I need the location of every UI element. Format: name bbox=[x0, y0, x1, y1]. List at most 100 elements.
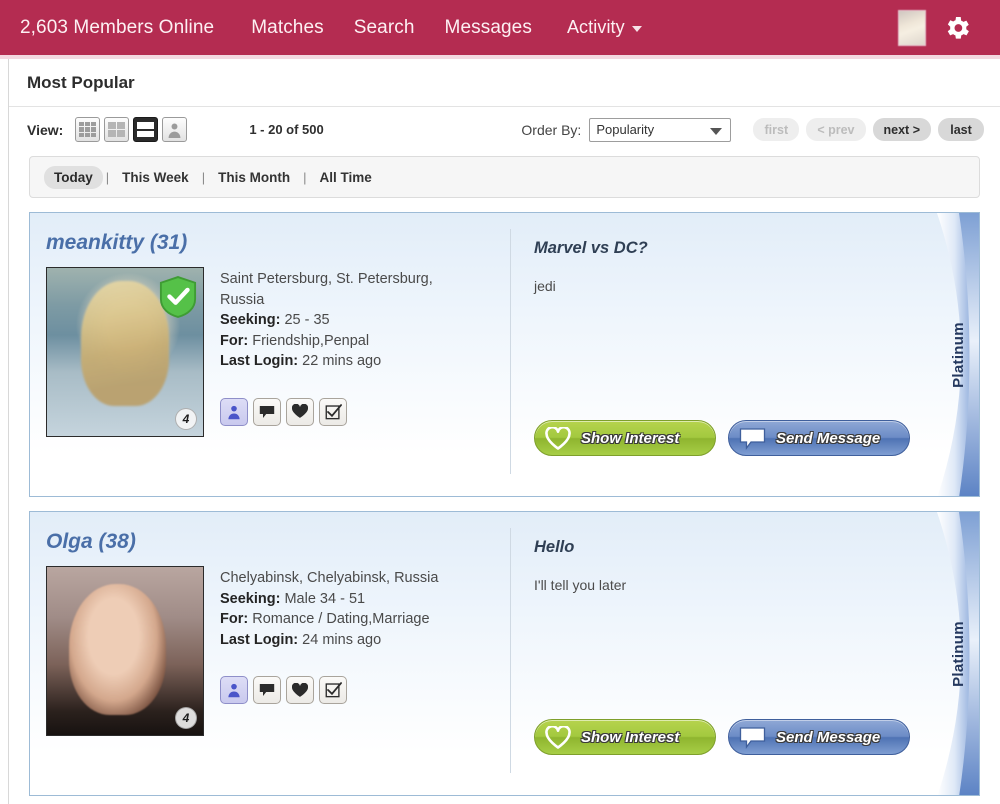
nav-item-activity[interactable]: Activity bbox=[547, 13, 657, 42]
grid-large-icon bbox=[79, 122, 97, 137]
profile-body: 4 Saint Petersburg, St. Petersburg, Russ… bbox=[46, 267, 510, 437]
view-profile-button[interactable] bbox=[220, 676, 248, 704]
show-interest-button[interactable]: Show Interest bbox=[534, 719, 716, 755]
pagination-next[interactable]: next > bbox=[872, 118, 931, 141]
for-label: For: bbox=[220, 332, 249, 349]
top-navigation-bar: 2,603 Members Online Matches Search Mess… bbox=[0, 0, 1000, 55]
filter-tab-all-time[interactable]: All Time bbox=[309, 166, 381, 189]
show-interest-button[interactable]: Show Interest bbox=[534, 420, 716, 456]
profile-action-buttons bbox=[220, 676, 438, 704]
favorite-heart-icon bbox=[292, 404, 308, 418]
grid-small-icon bbox=[108, 122, 126, 137]
last-login-value: 24 mins ago bbox=[302, 631, 382, 648]
checklist-icon bbox=[325, 682, 342, 698]
profile-details: Chelyabinsk, Chelyabinsk, Russia Seeking… bbox=[220, 566, 438, 736]
profile-card[interactable]: meankitty (31) 4 Saint Petersburg, St. P… bbox=[29, 212, 980, 497]
avatar[interactable] bbox=[898, 9, 926, 46]
view-profile-icon bbox=[228, 405, 240, 419]
profile-photo[interactable]: 4 bbox=[46, 267, 204, 437]
profile-username[interactable]: meankitty (31) bbox=[46, 231, 510, 255]
membership-level-label: Platinum bbox=[950, 321, 967, 388]
ribbon-shape bbox=[937, 213, 979, 496]
profile-body: 4 Chelyabinsk, Chelyabinsk, Russia Seeki… bbox=[46, 566, 510, 736]
verified-shield-icon bbox=[159, 276, 197, 318]
profile-summary: meankitty (31) 4 Saint Petersburg, St. P… bbox=[30, 213, 511, 496]
profile-cta-buttons: Show Interest Send Message bbox=[534, 420, 910, 456]
pagination-last[interactable]: last bbox=[938, 118, 984, 141]
seeking-value: Male 34 - 51 bbox=[284, 590, 366, 607]
chat-bubble-icon bbox=[259, 684, 275, 696]
pagination-first[interactable]: first bbox=[753, 118, 800, 141]
send-message-button[interactable]: Send Message bbox=[728, 719, 910, 755]
chat-button[interactable] bbox=[253, 397, 281, 426]
profile-photo[interactable]: 4 bbox=[46, 566, 204, 736]
time-filter-bar: Today | This Week | This Month | All Tim… bbox=[29, 156, 980, 198]
heart-outline-icon bbox=[545, 426, 571, 450]
view-profile-button[interactable] bbox=[220, 397, 248, 426]
profile-details: Saint Petersburg, St. Petersburg, Russia… bbox=[220, 267, 455, 437]
results-count: 1 - 20 of 500 bbox=[249, 122, 324, 137]
profile-username[interactable]: Olga (38) bbox=[46, 530, 510, 554]
order-by-group: Order By: Popularity first < prev next >… bbox=[521, 117, 984, 142]
seeking-label: Seeking: bbox=[220, 312, 281, 328]
view-mode-switcher bbox=[75, 117, 188, 142]
person-silhouette-icon bbox=[168, 123, 181, 138]
nav-links: 2,603 Members Online Matches Search Mess… bbox=[8, 13, 898, 43]
for-value: Friendship,Penpal bbox=[252, 332, 370, 349]
membership-ribbon: Platinum bbox=[907, 512, 979, 795]
profile-card[interactable]: Olga (38) 4 Chelyabinsk, Chelyabinsk, Ru… bbox=[29, 511, 980, 796]
profile-location: Saint Petersburg, St. Petersburg, Russia bbox=[220, 271, 433, 308]
chat-button[interactable] bbox=[253, 676, 281, 704]
profile-last-login: Last Login: 24 mins ago bbox=[220, 630, 438, 651]
view-profile-icon bbox=[228, 683, 240, 698]
profile-for: For: Friendship,Penpal bbox=[220, 331, 455, 352]
order-by-value: Popularity bbox=[596, 122, 655, 137]
profile-last-login: Last Login: 22 mins ago bbox=[220, 351, 455, 372]
view-option-list[interactable] bbox=[133, 117, 159, 142]
list-rows-icon bbox=[137, 122, 155, 137]
last-login-label: Last Login: bbox=[220, 353, 299, 369]
pagination-prev[interactable]: < prev bbox=[806, 118, 866, 141]
nav-item-search[interactable]: Search bbox=[339, 13, 430, 43]
page-title: Most Popular bbox=[27, 72, 135, 92]
filter-tab-this-month[interactable]: This Month bbox=[208, 166, 300, 189]
filter-tab-this-week[interactable]: This Week bbox=[112, 166, 199, 189]
view-option-grid-large[interactable] bbox=[75, 117, 101, 142]
filter-separator: | bbox=[105, 169, 110, 185]
favorite-heart-icon bbox=[292, 682, 308, 697]
members-online-counter[interactable]: 2,603 Members Online bbox=[8, 13, 236, 43]
gear-icon[interactable] bbox=[942, 13, 972, 43]
profile-question-panel: Marvel vs DC? jedi Show Interest Send Me… bbox=[510, 213, 979, 496]
message-bubble-icon bbox=[739, 726, 766, 749]
profile-cta-buttons: Show Interest Send Message bbox=[534, 719, 910, 755]
checklist-button[interactable] bbox=[319, 397, 347, 426]
show-interest-label: Show Interest bbox=[581, 728, 680, 746]
nav-item-messages[interactable]: Messages bbox=[430, 13, 547, 43]
nav-item-matches[interactable]: Matches bbox=[236, 13, 339, 43]
last-login-value: 22 mins ago bbox=[302, 353, 382, 369]
send-message-label: Send Message bbox=[776, 728, 881, 746]
chat-bubble-icon bbox=[259, 405, 275, 418]
view-option-gallery[interactable] bbox=[162, 117, 188, 142]
filter-separator: | bbox=[201, 169, 206, 185]
profile-seeking: Seeking: 25 - 35 bbox=[220, 310, 455, 331]
last-login-label: Last Login: bbox=[220, 631, 299, 648]
profile-for: For: Romance / Dating,Marriage bbox=[220, 609, 438, 630]
favorite-button[interactable] bbox=[286, 397, 314, 426]
seeking-label: Seeking: bbox=[220, 590, 281, 607]
send-message-button[interactable]: Send Message bbox=[728, 420, 910, 456]
page-header: Most Popular bbox=[9, 59, 1000, 107]
results-toolbar: View: 1 - 20 of 500 Order By: Popularity… bbox=[9, 107, 1000, 152]
ribbon-shape bbox=[937, 512, 979, 795]
profile-summary: Olga (38) 4 Chelyabinsk, Chelyabinsk, Ru… bbox=[30, 512, 511, 795]
order-by-select[interactable]: Popularity bbox=[589, 117, 732, 142]
checklist-button[interactable] bbox=[319, 676, 347, 704]
chevron-down-icon bbox=[710, 127, 723, 135]
photo-count-badge: 4 bbox=[175, 408, 197, 430]
page-container: Most Popular View: 1 - 20 of 500 Order B… bbox=[8, 59, 1000, 804]
view-option-grid-small[interactable] bbox=[104, 117, 130, 142]
filter-separator: | bbox=[303, 169, 307, 185]
view-label: View: bbox=[27, 121, 64, 138]
filter-tab-today[interactable]: Today bbox=[44, 165, 103, 189]
favorite-button[interactable] bbox=[286, 676, 314, 704]
